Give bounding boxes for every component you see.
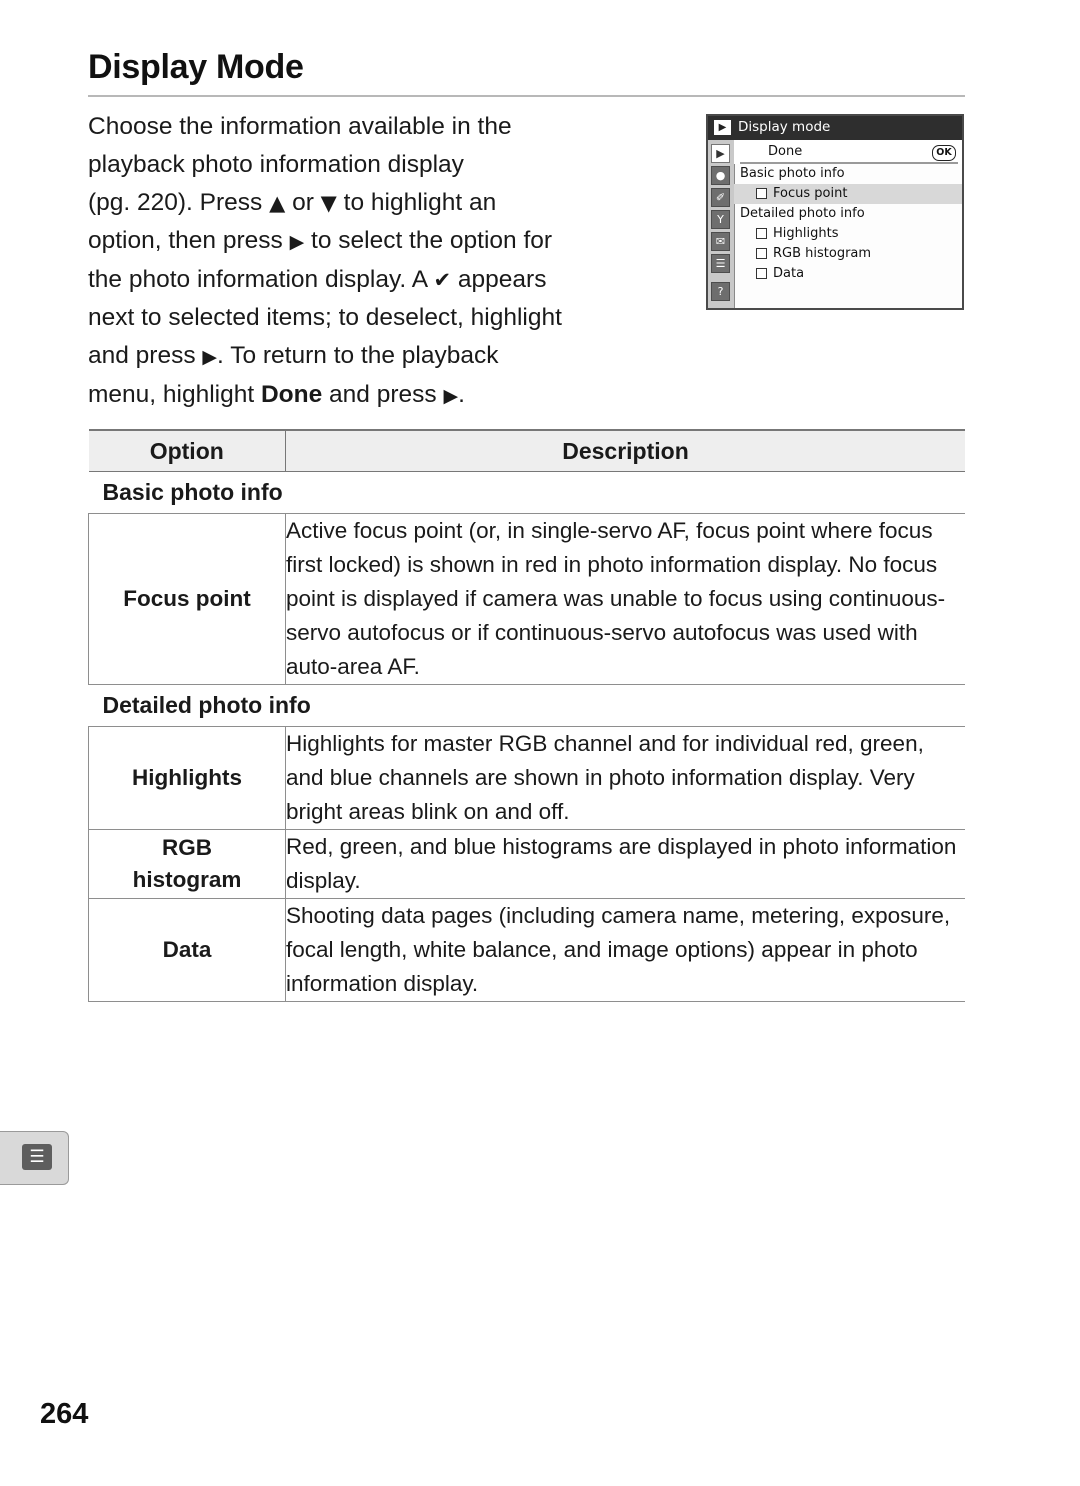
page-title: Display Mode — [88, 48, 304, 86]
title-divider — [88, 95, 965, 97]
up-arrow-icon: ▲ — [269, 191, 286, 215]
intro-line-4a: option, then press — [88, 227, 290, 254]
section-heading-detailed: Detailed photo info — [88, 684, 965, 727]
row-option-highlights: Highlights — [88, 726, 286, 830]
sidebar-icon-setup[interactable]: Y — [711, 210, 730, 229]
intro-done-bold: Done — [260, 381, 323, 408]
sidebar-icon-recent[interactable]: ☰ — [711, 254, 730, 273]
checkbox-icon-rgb-histogram[interactable] — [756, 248, 767, 259]
sidebar-icon-shooting[interactable]: ● — [711, 166, 730, 185]
table-row-rgb-histogram: RGB histogram Red, green, and blue histo… — [88, 829, 965, 899]
lcd-item-done-label: Done — [768, 144, 803, 159]
lcd-item-rgb-histogram[interactable]: RGB histogram — [734, 244, 962, 264]
intro-line-3a: (pg. 220). Press — [88, 189, 270, 216]
intro-line-8c: . — [458, 381, 465, 408]
table-section-detailed-photo-info: Detailed photo info — [88, 684, 965, 727]
checkbox-icon-data[interactable] — [756, 268, 767, 279]
intro-line-8b: and press — [322, 381, 444, 408]
intro-paragraph: Choose the information available in the … — [88, 108, 688, 415]
row-option-data: Data — [88, 898, 286, 1002]
lcd-item-focus-point-label: Focus point — [756, 184, 847, 204]
intro-line-3b: or — [285, 189, 321, 216]
row-description-highlights: Highlights for master RGB channel and fo… — [285, 726, 965, 830]
intro-line-7a: and press — [88, 342, 203, 369]
table-row-focus-point: Focus point Active focus point (or, in s… — [88, 513, 965, 685]
intro-line-4b: to select the option for — [304, 227, 553, 254]
lcd-item-highlights-label: Highlights — [756, 224, 838, 244]
row-option-rgb-histogram: RGB histogram — [88, 829, 286, 899]
intro-line-8a: menu, highlight — [88, 381, 261, 408]
lcd-menu-list: Done OK Basic photo info Focus point Det… — [734, 140, 962, 308]
right-arrow-icon-3: ▶ — [443, 385, 459, 407]
manual-page: Display Mode Choose the information avai… — [0, 0, 1080, 1486]
menu-glyph-icon: ☰ — [22, 1144, 52, 1170]
right-arrow-icon-1: ▶ — [289, 231, 305, 253]
page-number: 264 — [40, 1398, 89, 1430]
header-option: Option — [88, 429, 286, 472]
playback-icon: ▶ — [714, 120, 731, 135]
row-option-rgb-line1: RGB — [162, 835, 212, 860]
lcd-item-focus-point[interactable]: Focus point — [734, 184, 962, 204]
lcd-section-basic: Basic photo info — [734, 164, 962, 184]
ok-badge: OK — [932, 145, 956, 161]
lcd-title: Display mode — [738, 119, 831, 135]
lcd-item-rgb-histogram-label: RGB histogram — [756, 244, 871, 264]
lcd-item-highlights[interactable]: Highlights — [734, 224, 962, 244]
intro-line-2: playback photo information display — [88, 151, 464, 178]
header-description: Description — [285, 429, 965, 472]
lcd-section-detailed-label: Detailed photo info — [740, 206, 865, 221]
lcd-section-basic-label: Basic photo info — [740, 166, 845, 181]
lcd-section-detailed: Detailed photo info — [734, 204, 962, 224]
options-table: Option Description Basic photo info Focu… — [88, 429, 965, 1002]
section-heading-basic: Basic photo info — [88, 471, 965, 514]
lcd-item-done[interactable]: Done OK — [734, 140, 962, 164]
table-section-basic-photo-info: Basic photo info — [88, 471, 965, 514]
down-arrow-icon: ▼ — [320, 191, 337, 215]
lcd-menu-sidebar: ▶ ● ✐ Y ✉ ☰ ? — [708, 140, 735, 308]
check-mark-icon: ✔ — [433, 268, 452, 292]
checkbox-icon-focus-point[interactable] — [756, 188, 767, 199]
table-row-data: Data Shooting data pages (including came… — [88, 898, 965, 1002]
row-description-rgb-histogram: Red, green, and blue histograms are disp… — [285, 829, 965, 899]
checkbox-icon-highlights[interactable] — [756, 228, 767, 239]
camera-lcd-illustration: ▶ Display mode ▶ ● ✐ Y ✉ ☰ ? Done OK Bas… — [706, 114, 964, 310]
right-arrow-icon-2: ▶ — [202, 346, 218, 368]
sidebar-icon-custom[interactable]: ✐ — [711, 188, 730, 207]
row-option-focus-point: Focus point — [88, 513, 286, 685]
sidebar-icon-playback[interactable]: ▶ — [711, 144, 730, 163]
row-description-data: Shooting data pages (including camera na… — [285, 898, 965, 1002]
lcd-item-data-label: Data — [756, 264, 804, 284]
intro-line-3c: to highlight an — [336, 189, 497, 216]
intro-line-5a: the photo information display. A — [88, 266, 434, 293]
intro-line-7b: . To return to the playback — [217, 342, 499, 369]
row-description-focus-point: Active focus point (or, in single-servo … — [285, 513, 965, 685]
intro-line-6: next to selected items; to deselect, hig… — [88, 304, 562, 331]
intro-line-1: Choose the information available in the — [88, 113, 512, 140]
menu-tab-icon: ☰ — [0, 1131, 69, 1185]
table-row-highlights: Highlights Highlights for master RGB cha… — [88, 726, 965, 830]
sidebar-icon-help[interactable]: ? — [711, 282, 730, 301]
sidebar-icon-retouch[interactable]: ✉ — [711, 232, 730, 251]
lcd-item-data[interactable]: Data — [734, 264, 962, 284]
table-header-row: Option Description — [88, 429, 965, 472]
intro-line-5b: appears — [451, 266, 547, 293]
lcd-title-bar: ▶ Display mode — [708, 116, 962, 140]
row-option-rgb-line2: histogram — [132, 867, 242, 892]
